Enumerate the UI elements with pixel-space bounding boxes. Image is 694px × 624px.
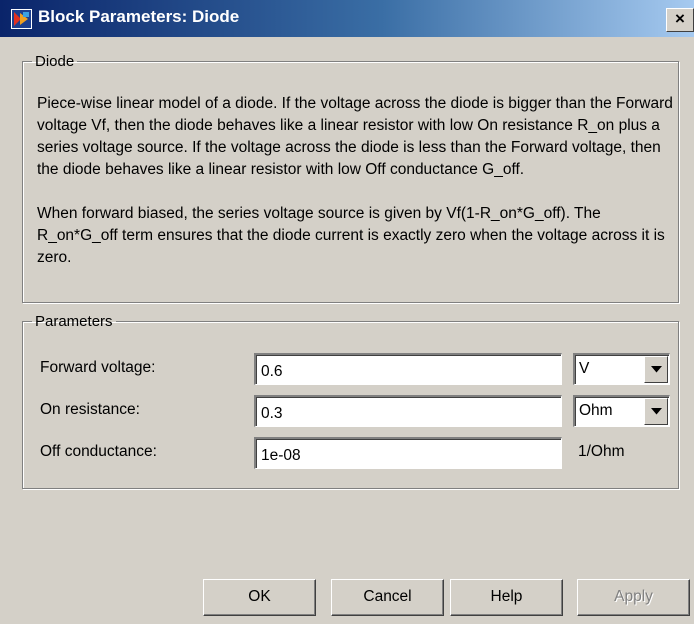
forward-voltage-unit-value: V bbox=[579, 360, 590, 377]
block-description: Piece-wise linear model of a diode. If t… bbox=[37, 93, 677, 269]
title-bar[interactable]: Block Parameters: Diode × bbox=[0, 0, 694, 37]
chevron-down-icon bbox=[651, 366, 662, 373]
apply-button[interactable]: Apply bbox=[577, 579, 690, 616]
window-title: Block Parameters: Diode bbox=[38, 7, 240, 26]
parameters-group-legend: Parameters bbox=[35, 313, 113, 330]
description-paragraph: When forward biased, the series voltage … bbox=[37, 205, 665, 266]
off-conductance-unit: 1/Ohm bbox=[578, 443, 625, 460]
forward-voltage-unit-select[interactable]: V bbox=[573, 353, 670, 385]
simulink-block-icon bbox=[11, 9, 32, 29]
ok-button[interactable]: OK bbox=[203, 579, 316, 616]
description-paragraph: Piece-wise linear model of a diode. If t… bbox=[37, 95, 673, 178]
on-resistance-input[interactable] bbox=[254, 395, 562, 427]
cancel-button[interactable]: Cancel bbox=[331, 579, 444, 616]
dropdown-button[interactable] bbox=[644, 356, 668, 383]
diode-group-legend: Diode bbox=[35, 53, 75, 70]
forward-voltage-label: Forward voltage: bbox=[40, 359, 156, 376]
on-resistance-label: On resistance: bbox=[40, 401, 140, 418]
off-conductance-input[interactable] bbox=[254, 437, 562, 469]
on-resistance-unit-value: Ohm bbox=[579, 402, 613, 419]
on-resistance-unit-select[interactable]: Ohm bbox=[573, 395, 670, 427]
chevron-down-icon bbox=[651, 408, 662, 415]
help-button[interactable]: Help bbox=[450, 579, 563, 616]
forward-voltage-input[interactable] bbox=[254, 353, 562, 385]
off-conductance-label: Off conductance: bbox=[40, 443, 157, 460]
dropdown-button[interactable] bbox=[644, 398, 668, 425]
block-parameters-dialog: Block Parameters: Diode × Diode Piece-wi… bbox=[0, 0, 694, 624]
close-button[interactable]: × bbox=[666, 8, 694, 32]
